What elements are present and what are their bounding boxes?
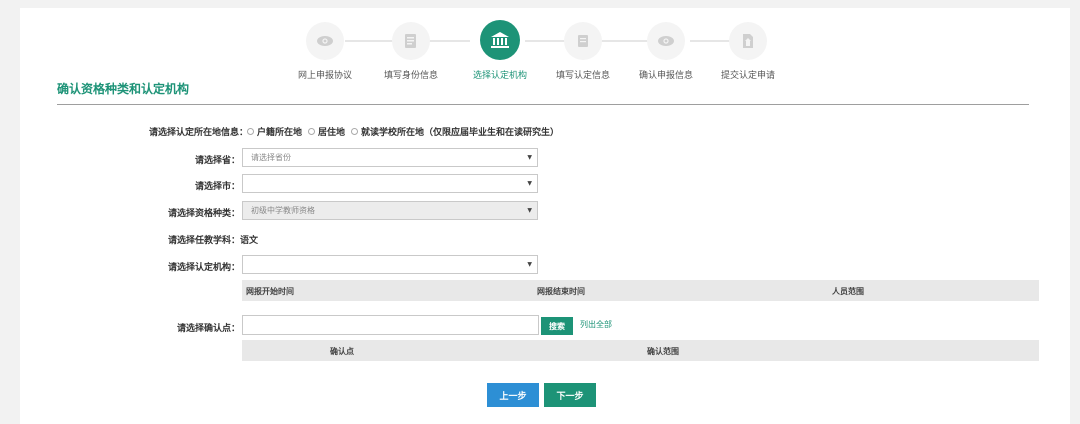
province-select-value: 请选择省份 bbox=[251, 153, 291, 162]
caret-down-icon: ▼ bbox=[527, 207, 532, 214]
page-title: 确认资格种类和认定机构 bbox=[57, 82, 190, 96]
radio-circle-icon[interactable] bbox=[308, 128, 316, 135]
eye-icon bbox=[647, 22, 685, 60]
city-label: 请选择市： bbox=[194, 182, 240, 192]
column-header: 人员范围 bbox=[832, 287, 864, 296]
eye-icon bbox=[306, 22, 344, 60]
subject-value: 语文 bbox=[240, 236, 259, 246]
step-6: 提交认定申请 bbox=[693, 22, 803, 81]
confirm-point-input[interactable] bbox=[242, 315, 539, 335]
step-progress: 网上申报协议 填写身份信息 选择认定机构 填写认定信息 确认申报信息 提交认定申… bbox=[20, 8, 1070, 88]
agency-table-header: 网报开始时间 网报结束时间 人员范围 bbox=[242, 280, 1039, 301]
radio-household[interactable]: 户籍所在地 bbox=[247, 125, 302, 138]
main-card: 网上申报协议 填写身份信息 选择认定机构 填写认定信息 确认申报信息 提交认定申… bbox=[20, 8, 1070, 424]
location-label: 请选择认定所在地信息： bbox=[148, 128, 248, 138]
location-radio-group: 户籍所在地 居住地 就读学校所在地（仅限应届毕业生和在读研究生） bbox=[247, 125, 565, 138]
radio-label: 户籍所在地 bbox=[257, 128, 303, 138]
column-header: 网报结束时间 bbox=[537, 287, 585, 296]
search-button[interactable]: 搜索 bbox=[541, 317, 573, 335]
caret-down-icon: ▼ bbox=[527, 261, 532, 268]
qualification-select[interactable]: 初级中学教师资格 ▼ bbox=[242, 201, 538, 220]
step-label: 提交认定申请 bbox=[720, 71, 775, 81]
province-label: 请选择省： bbox=[194, 156, 240, 166]
radio-circle-icon[interactable] bbox=[351, 128, 359, 135]
qualification-select-value: 初级中学教师资格 bbox=[251, 206, 315, 215]
province-select[interactable]: 请选择省份 ▼ bbox=[242, 148, 538, 167]
radio-label: 就读学校所在地（仅限应届毕业生和在读研究生） bbox=[361, 128, 560, 138]
agency-label: 请选择认定机构： bbox=[167, 263, 240, 273]
document-icon bbox=[392, 22, 430, 60]
prev-step-button[interactable]: 上一步 bbox=[487, 383, 539, 407]
column-header: 确认点 bbox=[330, 347, 354, 356]
radio-circle-icon[interactable] bbox=[247, 128, 254, 135]
column-header: 确认范围 bbox=[647, 347, 679, 356]
radio-school[interactable]: 就读学校所在地（仅限应届毕业生和在读研究生） bbox=[351, 125, 559, 138]
next-step-button[interactable]: 下一步 bbox=[544, 383, 596, 407]
agency-select[interactable]: ▼ bbox=[242, 255, 538, 274]
qualification-label: 请选择资格种类： bbox=[167, 209, 240, 219]
city-select[interactable]: ▼ bbox=[242, 174, 538, 193]
title-divider bbox=[57, 104, 1029, 105]
radio-residence[interactable]: 居住地 bbox=[308, 125, 345, 138]
form-icon bbox=[564, 22, 602, 60]
subject-label: 请选择任教学科： bbox=[167, 236, 240, 246]
radio-label: 居住地 bbox=[318, 128, 346, 138]
submit-icon bbox=[729, 22, 767, 60]
caret-down-icon: ▼ bbox=[527, 180, 532, 187]
confirm-point-label: 请选择确认点： bbox=[176, 324, 240, 334]
column-header: 网报开始时间 bbox=[246, 287, 294, 296]
list-all-link[interactable]: 列出全部 bbox=[580, 319, 612, 330]
caret-down-icon: ▼ bbox=[527, 154, 532, 161]
confirm-point-table-header: 确认点 确认范围 bbox=[242, 340, 1039, 361]
institution-icon bbox=[480, 20, 520, 60]
